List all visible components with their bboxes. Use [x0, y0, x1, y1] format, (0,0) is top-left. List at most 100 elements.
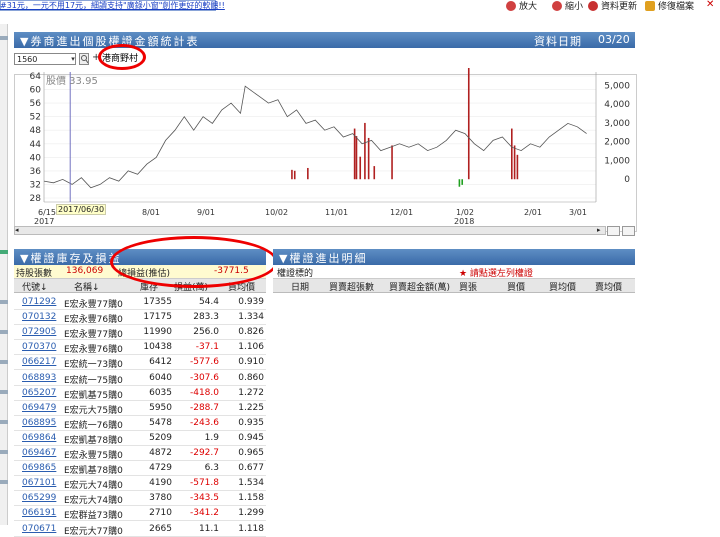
refresh-button[interactable]: 資料更新 [588, 0, 637, 12]
warrant-code-link[interactable]: 068893 [22, 373, 56, 383]
header-buy-qty: 買張 [459, 283, 478, 293]
buy-avg-price: 1.225 [238, 402, 264, 413]
x-tick-label: 1/02 [456, 208, 474, 217]
warrant-code-link[interactable]: 066191 [22, 508, 56, 518]
price-line [43, 85, 587, 189]
table-row[interactable]: 069467 E宏永豐75購0 4872 -292.7 0.965 [14, 445, 266, 461]
warrant-code-link[interactable]: 070370 [22, 342, 56, 352]
warrant-code-link[interactable]: 069865 [22, 463, 56, 473]
volume-bar [364, 122, 366, 180]
table-row[interactable]: 069864 E宏凱基78購0 5209 1.9 0.945 [14, 430, 266, 446]
volume-bar [359, 156, 362, 180]
left-tick-label: 28 [30, 194, 42, 204]
volume-bar [293, 170, 296, 180]
table-row[interactable]: 065207 E宏凱基75購0 6035 -418.0 1.272 [14, 385, 266, 401]
buy-avg-price: 0.935 [238, 417, 264, 428]
volume-bar [513, 145, 516, 180]
stock-qty: 17355 [143, 297, 172, 307]
x-tick-label: 8/01 [142, 208, 160, 217]
stock-qty: 10438 [143, 342, 172, 353]
warrant-code-link[interactable]: 069479 [22, 403, 56, 413]
warrant-code-link[interactable]: 068895 [22, 418, 56, 428]
date-label: 資料日期 [534, 35, 582, 48]
profit-loss: 54.4 [198, 297, 219, 307]
warrant-code-link[interactable]: 072905 [22, 327, 56, 337]
annotation-circle [110, 236, 278, 288]
warrant-name: E宏統一75購0 [64, 375, 123, 386]
warrant-code-link[interactable]: 069864 [22, 433, 56, 443]
search-button[interactable] [79, 53, 89, 65]
table-row[interactable]: 065299 E宏元大74購0 3780 -343.5 1.158 [14, 490, 266, 507]
table-row[interactable]: 068895 E宏統一76購0 5478 -243.6 0.935 [14, 415, 266, 431]
buy-avg-price: 0.826 [238, 327, 264, 338]
table-row[interactable]: 070671 E宏元大77購0 2665 11.1 1.118 [14, 521, 266, 537]
header-buy-price: 買價 [507, 283, 526, 293]
header-sell-avg: 賣均價 [595, 283, 623, 293]
warrant-code-link[interactable]: 070132 [22, 312, 56, 322]
cursor-date-label: 2017/06/30 [56, 204, 107, 215]
stock-qty: 5478 [149, 417, 172, 428]
x-tick-label: 12/01 [390, 208, 413, 217]
right-tick-label: 0 [624, 175, 630, 185]
scroll-left-icon[interactable]: ◂ [15, 227, 23, 234]
chart-zoom-out-button[interactable] [622, 226, 635, 236]
buy-avg-price: 1.106 [238, 342, 264, 353]
table-row[interactable]: 069479 E宏元大75購0 5950 -288.7 1.225 [14, 400, 266, 416]
repair-button[interactable]: 修復檔案 [645, 0, 694, 12]
close-icon[interactable]: ✕ [706, 0, 714, 10]
left-edge-mark [0, 390, 8, 394]
warrant-code-link[interactable]: 065299 [22, 493, 56, 503]
table-row[interactable]: 069865 E宏凱基78購0 4729 6.3 0.677 [14, 460, 266, 477]
stock-code-select[interactable]: 1560 [14, 53, 76, 65]
warrant-code-link[interactable]: 066217 [22, 357, 56, 367]
warrant-name: E宏凱基75購0 [64, 390, 123, 401]
zoom-out-button[interactable]: 縮小 [552, 0, 583, 12]
x-tick-label: 3/01 [569, 208, 587, 217]
volume-bar [458, 179, 461, 187]
chart-zoom-in-button[interactable] [607, 226, 620, 236]
warrant-code-link[interactable]: 070671 [22, 524, 56, 534]
warrant-code-link[interactable]: 071292 [22, 297, 56, 307]
header-name[interactable]: 名稱↓ [74, 280, 100, 293]
holdings-label: 持股張數 [16, 269, 53, 279]
table-row[interactable]: 071292 E宏永豐77購0 17355 54.4 0.939 [14, 294, 266, 310]
table-row[interactable]: 066217 E宏統一73購0 6412 -577.6 0.910 [14, 354, 266, 371]
buy-avg-price: 0.965 [238, 448, 264, 458]
stock-qty: 4729 [149, 463, 172, 474]
warrant-code-link[interactable]: 069467 [22, 448, 56, 458]
zoom-in-button[interactable]: 放大 [506, 0, 537, 12]
warrant-name: E宏元大74購0 [64, 496, 123, 507]
buy-avg-price: 0.939 [238, 297, 264, 307]
table-row[interactable]: 070370 E宏永豐76購0 10438 -37.1 1.106 [14, 339, 266, 356]
profit-loss: -571.8 [189, 478, 219, 489]
repair-label: 修復檔案 [658, 2, 695, 12]
warrant-name: E宏元大74購0 [64, 481, 123, 492]
x-tick-label: 9/01 [197, 208, 215, 217]
table-row[interactable]: 067101 E宏元大74購0 4190 -571.8 1.534 [14, 475, 266, 492]
chevron-down-icon[interactable]: ▾ [69, 54, 77, 64]
scroll-right-icon[interactable]: ▸ [597, 227, 605, 234]
left-edge-mark [0, 330, 8, 334]
warrant-code-link[interactable]: 067101 [22, 478, 56, 488]
header-code[interactable]: 代號↓ [22, 280, 48, 293]
buy-avg-price: 0.677 [238, 463, 264, 474]
table-row[interactable]: 068893 E宏統一75購0 6040 -307.6 0.860 [14, 370, 266, 386]
inventory-title: ▼權證庫存及損益 [20, 252, 122, 265]
warrant-code-link[interactable]: 065207 [22, 388, 56, 398]
profit-loss: 256.0 [193, 327, 219, 338]
price-chart: 28 32 36 40 44 48 52 56 60 64 0 1,000 2,000 3,000 4,0… [30, 68, 630, 226]
outflow-title: ▼權證進出明細 [279, 252, 368, 265]
right-tick-label: 1,000 [604, 156, 630, 166]
left-tick-label: 32 [30, 180, 41, 190]
holdings-value: 136,069 [66, 266, 104, 276]
profit-loss: 6.3 [204, 463, 219, 474]
chart-scrollbar[interactable]: ◂ ▸ [14, 226, 606, 235]
left-edge-mark [0, 480, 8, 484]
table-row[interactable]: 072905 E宏永豐77購0 11990 256.0 0.826 [14, 324, 266, 341]
volume-bar [467, 68, 470, 180]
table-row[interactable]: 066191 E宏群益73購0 2710 -341.2 1.299 [14, 505, 266, 522]
volume-bar [307, 167, 309, 180]
stock-qty: 5950 [149, 402, 172, 413]
marquee-link[interactable]: #31元，一元不用17元，細讀支持"廣錄小窗"創作更好的軟體!! [0, 0, 225, 11]
table-row[interactable]: 070132 E宏永豐76購0 17175 283.3 1.334 [14, 309, 266, 326]
